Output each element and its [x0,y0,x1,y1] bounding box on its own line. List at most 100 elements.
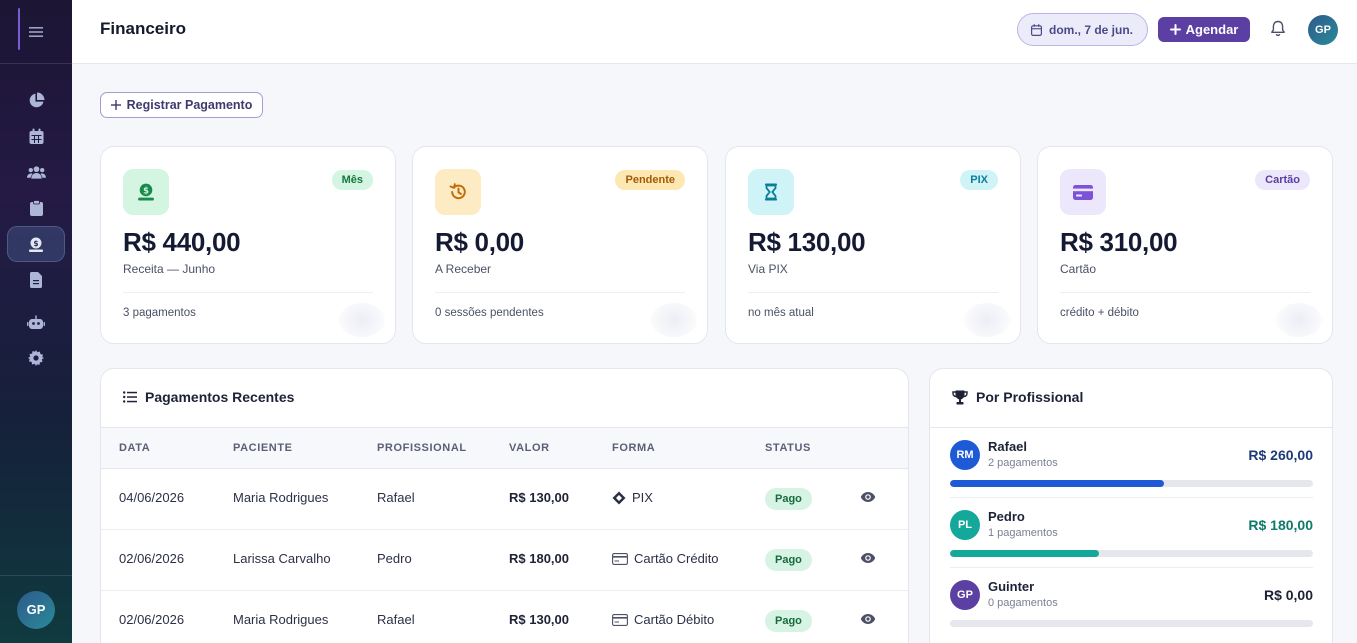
column-header-profissional[interactable]: PROFISSIONAL [377,442,467,454]
professional-bar-fill [950,550,1099,557]
cell-profissional: Rafael [377,490,415,505]
svg-text:$: $ [143,185,149,195]
card-divider [1060,292,1310,293]
card-footer: no mês atual [748,307,814,319]
professional-avatar: PL [950,510,980,540]
trophy-icon [952,390,968,404]
agendar-label: Agendar [1185,22,1239,37]
status-badge: Pago [765,610,812,632]
cell-data: 04/06/2026 [119,490,185,505]
sidebar-item-prontuarios[interactable] [7,190,65,226]
professional-value: R$ 0,00 [1263,587,1313,603]
card-cartao: Cartão R$ 310,00 Cartão crédito + débito [1037,146,1333,344]
professional-count: 0 pagamentos [988,597,1058,609]
professional-name: Rafael [988,439,1028,454]
sidebar-item-assistente[interactable] [7,304,65,340]
professional-avatar: RM [950,440,980,470]
recent-payments-panel: Pagamentos Recentes DATA PACIENTE PROFIS… [100,368,909,643]
table-row: 02/06/2026 Larissa Carvalho Pedro R$ 180… [101,530,908,591]
agendar-button[interactable]: Agendar [1158,17,1250,42]
sidebar-item-documentos[interactable] [7,262,65,298]
list-icon [123,391,137,403]
forma-label: PIX [632,490,653,505]
card-amount: R$ 0,00 [435,227,524,257]
cell-paciente[interactable]: Larissa Carvalho [233,551,331,566]
hamburger-icon [29,26,43,37]
card-badge: Pendente [615,170,685,190]
payments-table: DATA PACIENTE PROFISSIONAL VALOR FORMA S… [101,427,908,643]
recent-payments-title: Pagamentos Recentes [145,389,295,405]
eye-icon [860,492,876,502]
column-header-valor[interactable]: VALOR [509,442,550,454]
column-header-data[interactable]: DATA [119,442,150,454]
card-subtitle: Via PIX [748,262,788,276]
card-decoration [339,303,385,337]
credit-card-icon [612,613,628,626]
table-row: 02/06/2026 Maria Rodrigues Rafael R$ 130… [101,591,908,643]
cell-data: 02/06/2026 [119,612,185,627]
column-header-forma[interactable]: FORMA [612,442,655,454]
sidebar-item-agenda[interactable] [7,118,65,154]
page-title: Financeiro [100,19,186,38]
registrar-pagamento-button[interactable]: Registrar Pagamento [100,92,263,118]
professional-bar [950,620,1313,627]
top-header: Financeiro dom., 7 de jun. Agendar GP [72,0,1357,64]
cell-data: 02/06/2026 [119,551,185,566]
view-button[interactable] [860,491,876,506]
panel-title: Por Profissional [952,389,1083,405]
plus-icon [110,100,121,110]
eye-icon [860,614,876,624]
professional-panel-title: Por Profissional [976,389,1084,405]
sidebar-item-configuracoes[interactable] [7,340,65,376]
card-footer: 3 pagamentos [123,307,196,319]
card-pix: PIX R$ 130,00 Via PIX no mês atual [725,146,1021,344]
card-icon-box: $ [123,169,169,215]
notifications-button[interactable] [1270,20,1288,38]
table-row: 04/06/2026 Maria Rodrigues Rafael R$ 130… [101,469,908,530]
header-avatar[interactable]: GP [1308,15,1338,45]
professional-bar [950,480,1313,487]
sidebar-item-dashboard[interactable] [7,82,65,118]
card-decoration [651,303,697,337]
card-divider [435,292,685,293]
chart-pie-icon [29,92,44,107]
cell-paciente[interactable]: Maria Rodrigues [233,490,328,505]
card-decoration [964,303,1010,337]
sidebar-nav: $ [0,64,72,376]
robot-icon [27,315,45,329]
history-icon [449,183,466,200]
cell-profissional: Rafael [377,612,415,627]
card-decoration [1276,303,1322,337]
sidebar-accent [18,8,20,50]
card-icon-box [1060,169,1106,215]
cell-forma: PIX [612,490,653,505]
card-pendente: Pendente R$ 0,00 A Receber 0 sessões pen… [412,146,708,344]
view-button[interactable] [860,613,876,628]
cell-valor: R$ 130,00 [509,490,569,505]
professional-panel: Por Profissional RM Rafael 2 pagamentos … [929,368,1333,643]
cell-valor: R$ 130,00 [509,612,569,627]
card-amount: R$ 310,00 [1060,227,1178,257]
cell-forma: Cartão Crédito [612,551,719,566]
forma-label: Cartão Débito [634,612,715,627]
column-header-paciente[interactable]: PACIENTE [233,442,293,454]
view-button[interactable] [860,552,876,567]
menu-toggle-button[interactable] [21,17,51,47]
date-picker-button[interactable]: dom., 7 de jun. [1017,13,1148,46]
file-icon [30,272,42,288]
sidebar-item-pacientes[interactable] [7,154,65,190]
panel-title: Pagamentos Recentes [123,389,294,405]
card-divider [748,292,998,293]
user-avatar[interactable]: GP [17,590,55,629]
professional-item: GP Guinter 0 pagamentos R$ 0,00 [950,568,1313,638]
sidebar-item-financeiro[interactable]: $ [7,226,65,262]
eye-icon [860,553,876,563]
svg-text:$: $ [33,239,38,248]
card-badge: Mês [331,170,373,190]
table-header: DATA PACIENTE PROFISSIONAL VALOR FORMA S… [101,428,908,469]
column-header-status[interactable]: STATUS [765,442,811,454]
money-icon: $ [138,183,154,201]
hourglass-icon [765,183,777,201]
cell-paciente[interactable]: Maria Rodrigues [233,612,328,627]
calendar-icon [1031,23,1042,36]
